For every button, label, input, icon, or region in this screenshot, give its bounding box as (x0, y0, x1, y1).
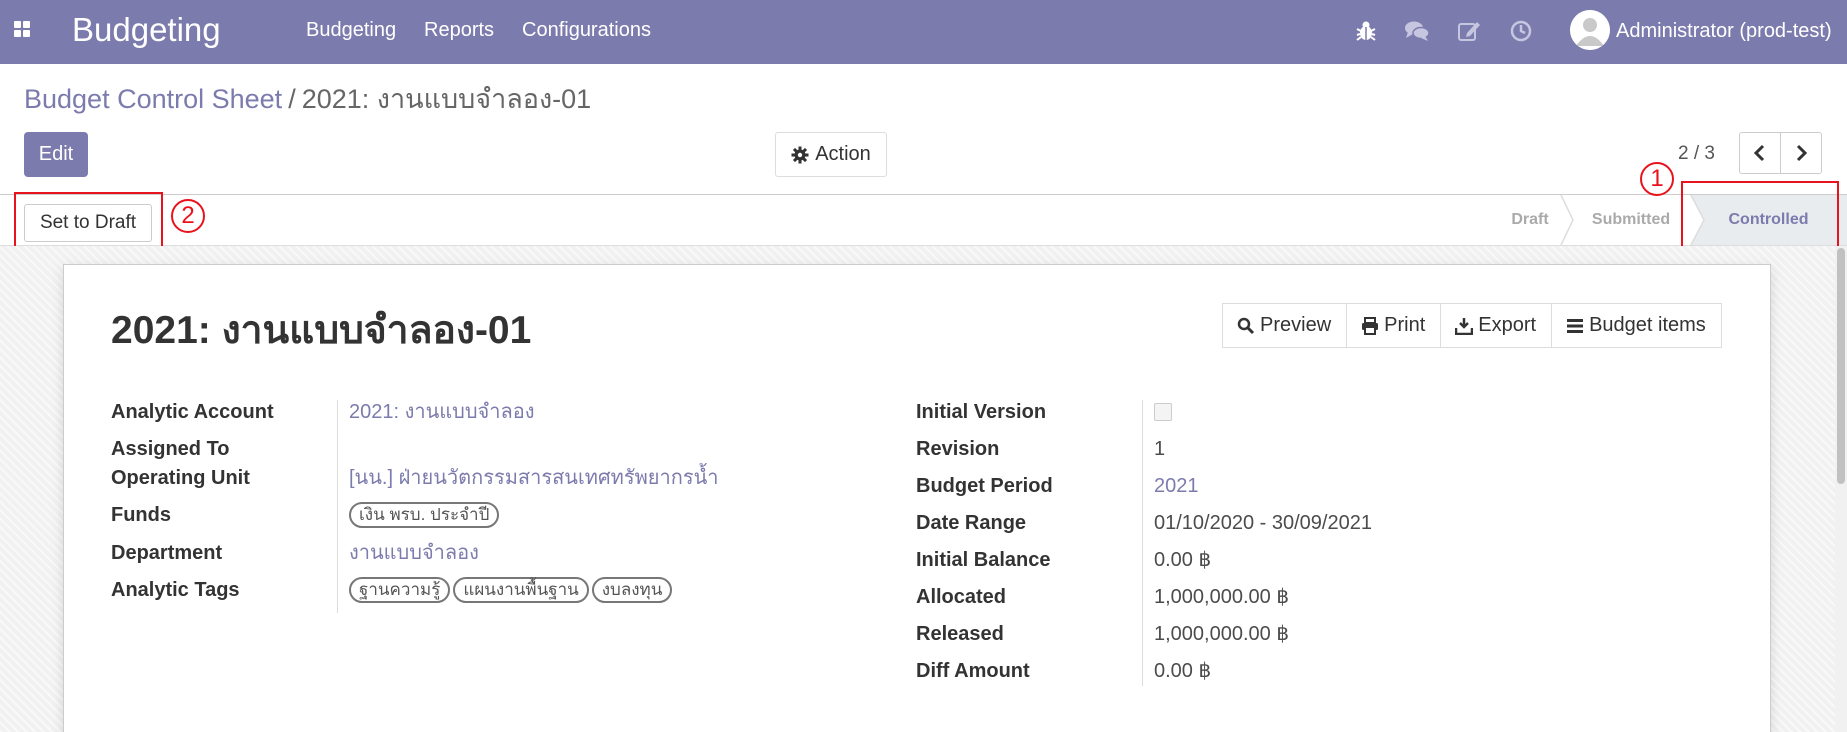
print-label: Print (1384, 314, 1426, 336)
operating-unit-label: Operating Unit (111, 467, 250, 489)
preview-button[interactable]: Preview (1222, 303, 1348, 348)
annotation-box-controlled (1681, 181, 1839, 254)
status-divider (1560, 195, 1574, 245)
released-value: 1,000,000.00 ฿ (1154, 623, 1290, 645)
diff-amount-value: 0.00 ฿ (1154, 660, 1212, 682)
annotation-box-set-to-draft (14, 192, 163, 248)
breadcrumb: Budget Control Sheet/2021: งานแบบจำลอง-0… (24, 82, 591, 116)
department-label: Department (111, 542, 223, 564)
analytic-account-label: Analytic Account (111, 401, 274, 423)
funds-value: เงิน พรบ. ประจำปี (349, 502, 502, 528)
assigned-to-label: Assigned To (111, 438, 230, 460)
analytic-tags-value: ฐานความรู้ แผนงานพื้นฐาน งบลงทุน (349, 577, 675, 603)
analytic-tags-label: Analytic Tags (111, 579, 240, 601)
edit-button[interactable]: Edit (24, 132, 88, 177)
download-icon (1455, 317, 1474, 335)
app-brand: Budgeting (72, 11, 221, 48)
menu-budgeting[interactable]: Budgeting (306, 18, 396, 42)
released-label: Released (916, 623, 1004, 645)
menu-reports[interactable]: Reports (424, 18, 494, 42)
analytic-tag[interactable]: แผนงานพื้นฐาน (453, 577, 589, 603)
pager-previous-button[interactable] (1739, 132, 1781, 174)
avatar (1570, 10, 1610, 50)
fund-tag[interactable]: เงิน พรบ. ประจำปี (349, 502, 500, 528)
gear-icon (791, 146, 809, 163)
allocated-value: 1,000,000.00 ฿ (1154, 586, 1290, 608)
user-name: Administrator (prod-test) (1616, 20, 1832, 42)
department-value[interactable]: งานแบบจำลอง (349, 541, 479, 565)
funds-label: Funds (111, 504, 171, 526)
budget-items-button[interactable]: Budget items (1551, 303, 1722, 348)
clock-icon[interactable] (1507, 17, 1535, 45)
operating-unit-value[interactable]: [นน.] ฝ่ายนวัตกรรมสารสนเทศทรัพยากรน้ำ (349, 466, 719, 490)
allocated-label: Allocated (916, 586, 1007, 608)
menu-configurations[interactable]: Configurations (522, 18, 651, 42)
scrollbar[interactable] (1835, 246, 1847, 732)
budget-period-label: Budget Period (916, 475, 1053, 497)
search-icon (1237, 317, 1255, 334)
pager-next-button[interactable] (1780, 132, 1822, 174)
action-label: Action (815, 143, 871, 165)
analytic-tag[interactable]: ฐานความรู้ (349, 577, 451, 603)
right-group-divider (1142, 400, 1143, 686)
initial-balance-value: 0.00 ฿ (1154, 549, 1212, 571)
breadcrumb-separator: / (288, 84, 296, 114)
annotation-number-2: 2 (171, 199, 205, 233)
initial-version-checkbox[interactable] (1154, 403, 1172, 421)
analytic-account-value[interactable]: 2021: งานแบบจำลอง (349, 400, 535, 424)
pager-value[interactable]: 2 / 3 (1678, 143, 1715, 165)
analytic-tag[interactable]: งบลงทุน (591, 577, 673, 603)
chat-icon[interactable] (1403, 17, 1431, 45)
left-group-divider (337, 400, 338, 613)
budget-period-value[interactable]: 2021 (1154, 474, 1199, 498)
smart-buttons: Preview Print Export Budget items (1222, 303, 1722, 348)
annotation-number-1: 1 (1640, 162, 1674, 196)
diff-amount-label: Diff Amount (916, 660, 1030, 682)
breadcrumb-current: 2021: งานแบบจำลอง-01 (301, 84, 592, 114)
form-sheet: 2021: งานแบบจำลอง-01 Preview Print Expor… (63, 264, 1771, 732)
initial-balance-label: Initial Balance (916, 549, 1051, 571)
list-icon (1567, 318, 1584, 333)
revision-label: Revision (916, 438, 1000, 460)
budget-items-label: Budget items (1589, 314, 1706, 336)
export-button[interactable]: Export (1440, 303, 1553, 348)
apps-menu-icon[interactable] (14, 21, 32, 39)
scrollbar-thumb[interactable] (1837, 248, 1845, 484)
initial-version-label: Initial Version (916, 401, 1047, 423)
status-bar: Set to Draft Draft Submitted Controlled (0, 194, 1847, 246)
record-title: 2021: งานแบบจำลอง-01 (111, 309, 532, 352)
print-button[interactable]: Print (1346, 303, 1442, 348)
chevron-left-icon (1753, 144, 1765, 162)
edit-icon[interactable] (1455, 17, 1483, 45)
action-button[interactable]: Action (775, 132, 887, 177)
breadcrumb-parent[interactable]: Budget Control Sheet (24, 84, 282, 114)
export-label: Export (1478, 314, 1537, 336)
print-icon (1362, 316, 1379, 335)
chevron-right-icon (1796, 144, 1808, 162)
preview-label: Preview (1260, 314, 1332, 336)
revision-value: 1 (1154, 438, 1166, 460)
date-range-label: Date Range (916, 512, 1027, 534)
status-step-submitted: Submitted (1591, 211, 1671, 228)
top-navbar: Budgeting Budgeting Reports Configuratio… (0, 0, 1847, 64)
bug-icon[interactable] (1352, 17, 1380, 45)
date-range-value: 01/10/2020 - 30/09/2021 (1154, 512, 1372, 534)
